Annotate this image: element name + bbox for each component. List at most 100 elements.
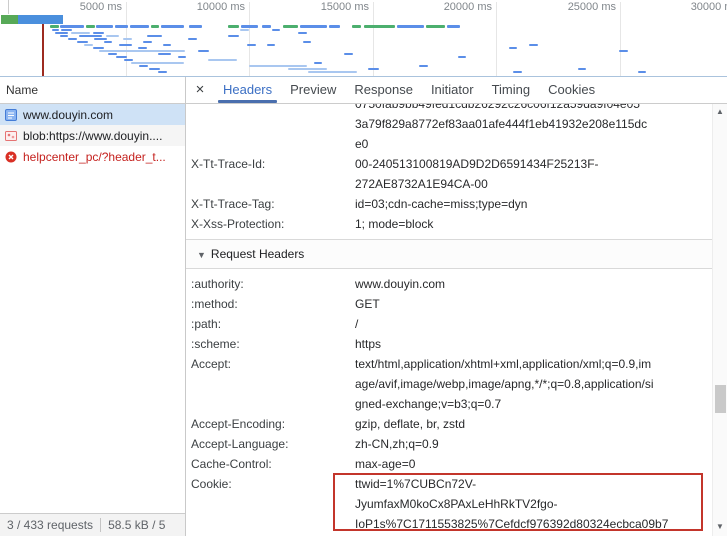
header-value: / <box>355 314 707 334</box>
waterfall-bar <box>158 53 171 55</box>
waterfall-bar <box>267 44 275 46</box>
waterfall-bar <box>189 25 202 28</box>
waterfall-bar <box>241 25 258 28</box>
waterfall-bar <box>228 25 239 28</box>
header-key: X-Tt-Trace-Tag: <box>191 194 355 214</box>
waterfall-bar <box>529 44 538 46</box>
waterfall-bar <box>509 47 517 49</box>
tab-cookies[interactable]: Cookies <box>539 77 604 103</box>
waterfall-bar <box>163 44 171 46</box>
header-key: Cache-Control: <box>191 454 355 474</box>
waterfall-bar <box>108 53 117 55</box>
timeline-ruler-label: 5000 ms <box>80 1 122 13</box>
waterfall-bar <box>364 25 395 28</box>
waterfall-bar <box>50 25 59 28</box>
request-name: blob:https://www.douyin.... <box>23 129 162 143</box>
collapse-triangle-icon: ▼ <box>197 250 206 260</box>
request-row[interactable]: www.douyin.com <box>0 104 185 125</box>
waterfall-bar <box>283 25 298 28</box>
waterfall-bar <box>104 41 112 43</box>
document-icon <box>4 108 18 122</box>
header-row: X-Tt-Trace-Tag:id=03;cdn-cache=miss;type… <box>191 194 712 214</box>
scrollbar-thumb[interactable] <box>715 385 726 413</box>
header-key <box>191 104 355 154</box>
header-key: :authority: <box>191 274 355 294</box>
header-value: https <box>355 334 707 354</box>
waterfall-bar <box>131 62 184 64</box>
ruler-edge-divider <box>8 0 9 14</box>
network-overview[interactable]: 5000 ms10000 ms15000 ms20000 ms25000 ms3… <box>0 0 727 77</box>
timeline-ruler-label: 30000 ms <box>691 1 727 13</box>
waterfall-bar <box>86 25 95 28</box>
waterfall-bar <box>116 56 127 58</box>
waterfall-bar <box>397 25 424 28</box>
header-value: 0750fab9bb49fed1cdb26292c26c06f12a59da9f… <box>355 104 707 154</box>
waterfall-bar <box>228 35 239 37</box>
waterfall-bar <box>300 25 327 28</box>
header-row: :method:GET <box>191 294 712 314</box>
header-value: id=03;cdn-cache=miss;type=dyn <box>355 194 707 214</box>
waterfall-bar <box>93 47 104 49</box>
waterfall-bar <box>513 71 522 73</box>
waterfall-bar <box>123 38 132 40</box>
timeline-gridline <box>620 2 621 76</box>
scroll-up-icon[interactable]: ▲ <box>713 104 727 119</box>
timeline-ruler-label: 15000 ms <box>321 1 369 13</box>
tab-strip: HeadersPreviewResponseInitiatorTimingCoo… <box>214 77 604 103</box>
tab-response[interactable]: Response <box>345 77 422 103</box>
header-key: Cookie: <box>191 474 355 534</box>
waterfall-bar <box>198 50 209 52</box>
waterfall-bar <box>208 59 237 61</box>
tab-preview[interactable]: Preview <box>281 77 345 103</box>
media-icon <box>4 129 18 143</box>
header-value: zh-CN,zh;q=0.9 <box>355 434 707 454</box>
header-value: max-age=0 <box>355 454 707 474</box>
waterfall-bar <box>94 38 107 40</box>
timeline-gridline <box>373 2 374 76</box>
request-name: helpcenter_pc/?header_t... <box>23 150 166 164</box>
waterfall-bar <box>106 35 119 37</box>
load-event-line <box>42 24 44 76</box>
transfer-size: 58.5 kB / 5 <box>101 518 172 532</box>
header-row: Accept-Encoding:gzip, deflate, br, zstd <box>191 414 712 434</box>
waterfall-bar <box>115 25 128 28</box>
header-value: GET <box>355 294 707 314</box>
header-row: Cookie:ttwid=1%7CUBCn72V-JyumfaxM0koCx8P… <box>191 474 712 534</box>
waterfall-bar <box>578 68 586 70</box>
close-detail-button[interactable]: × <box>186 77 214 103</box>
waterfall-bar <box>61 29 72 31</box>
name-column-header[interactable]: Name <box>0 77 185 104</box>
network-requests-panel: Name www.douyin.com blob:https://www.douy… <box>0 77 186 536</box>
timeline-gridline <box>496 2 497 76</box>
request-count: 3 / 433 requests <box>0 518 100 532</box>
header-value: ttwid=1%7CUBCn72V-JyumfaxM0koCx8PAxLeHhR… <box>355 474 707 534</box>
tab-initiator[interactable]: Initiator <box>422 77 483 103</box>
waterfall-bar <box>344 53 353 55</box>
header-row: X-Xss-Protection:1; mode=block <box>191 214 712 234</box>
waterfall-bar <box>124 59 133 61</box>
header-value: 1; mode=block <box>355 214 707 234</box>
waterfall-bar <box>240 29 249 31</box>
waterfall-bar <box>147 35 162 37</box>
header-key: X-Xss-Protection: <box>191 214 355 234</box>
scroll-down-icon[interactable]: ▼ <box>713 519 727 534</box>
waterfall-bar <box>119 44 132 46</box>
tab-headers[interactable]: Headers <box>214 77 281 103</box>
header-key: X-Tt-Trace-Id: <box>191 154 355 194</box>
tab-timing[interactable]: Timing <box>483 77 540 103</box>
waterfall-bar <box>178 56 186 58</box>
waterfall-bar <box>447 25 460 28</box>
request-row[interactable]: blob:https://www.douyin.... <box>0 125 185 146</box>
waterfall-bar <box>151 25 159 28</box>
waterfall-bar <box>352 25 361 28</box>
timeline-ruler-label: 10000 ms <box>197 1 245 13</box>
request-row[interactable]: helpcenter_pc/?header_t... <box>0 146 185 167</box>
header-value: www.douyin.com <box>355 274 707 294</box>
vertical-scrollbar[interactable]: ▲ ▼ <box>712 104 727 536</box>
waterfall-bar <box>149 68 160 70</box>
waterfall-bar <box>308 71 357 73</box>
request-headers-section-toggle[interactable]: ▼Request Headers <box>186 239 712 269</box>
header-value: gzip, deflate, br, zstd <box>355 414 707 434</box>
timeline-ruler-label: 25000 ms <box>568 1 616 13</box>
waterfall-bar <box>79 35 102 37</box>
